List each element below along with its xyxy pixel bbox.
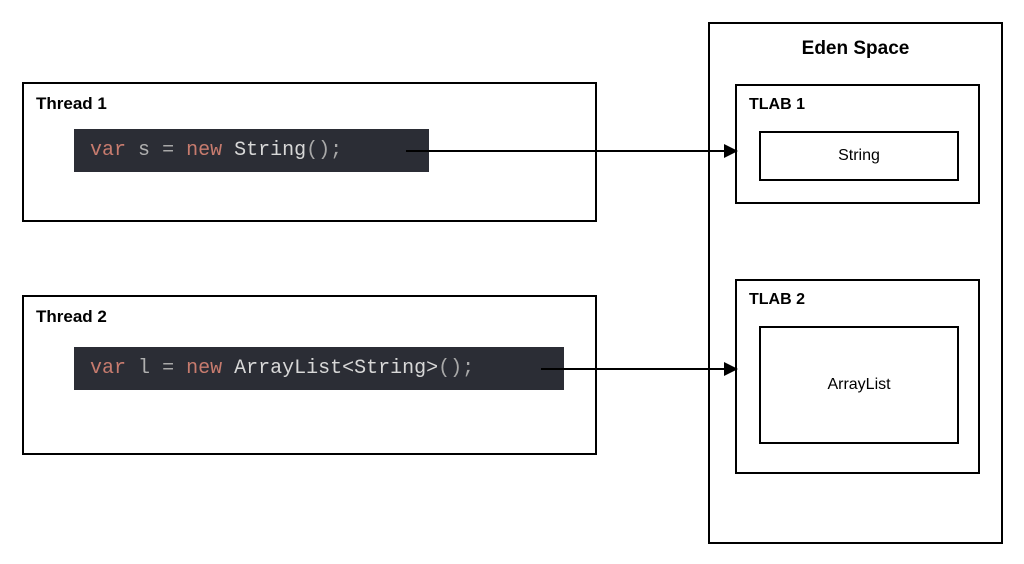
equals-op: = (162, 357, 174, 380)
variable-name: s (138, 139, 150, 162)
type-name: String (234, 139, 306, 162)
thread-1-label: Thread 1 (36, 94, 107, 114)
new-keyword: new (186, 139, 222, 162)
thread-2-label: Thread 2 (36, 307, 107, 327)
object-label: String (838, 147, 880, 165)
tlab-2-label: TLAB 2 (749, 291, 805, 309)
tlab-1-label: TLAB 1 (749, 96, 805, 114)
parens-semi: (); (306, 139, 342, 162)
thread-2-code: var l = new ArrayList<String>(); (74, 347, 564, 390)
thread-1-code: var s = new String(); (74, 129, 429, 172)
object-arraylist: ArrayList (759, 326, 959, 444)
tlab-2-container: TLAB 2 ArrayList (735, 279, 980, 474)
new-keyword: new (186, 357, 222, 380)
var-keyword: var (90, 357, 126, 380)
object-label: ArrayList (827, 376, 890, 394)
var-keyword: var (90, 139, 126, 162)
arrow-thread1-to-tlab1 (406, 150, 736, 152)
eden-space-container: Eden Space TLAB 1 String TLAB 2 ArrayLis… (708, 22, 1003, 544)
variable-name: l (138, 357, 150, 380)
parens-semi: (); (438, 357, 474, 380)
type-name: ArrayList<String> (234, 357, 438, 380)
arrow-thread2-to-tlab2 (541, 368, 736, 370)
eden-space-label: Eden Space (802, 38, 910, 60)
equals-op: = (162, 139, 174, 162)
object-string: String (759, 131, 959, 181)
tlab-1-container: TLAB 1 String (735, 84, 980, 204)
thread-2-container: Thread 2 var l = new ArrayList<String>()… (22, 295, 597, 455)
thread-1-container: Thread 1 var s = new String(); (22, 82, 597, 222)
